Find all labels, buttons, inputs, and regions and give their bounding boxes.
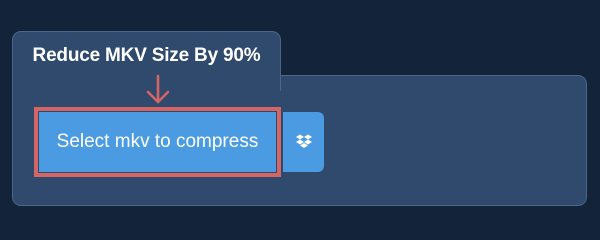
- dropbox-button[interactable]: [283, 112, 324, 172]
- select-button-highlight: [34, 107, 281, 177]
- dropbox-icon: [295, 134, 312, 148]
- arrow-down-icon: [146, 74, 170, 104]
- compressor-widget: Reduce MKV Size By 90% Select mkv to com…: [0, 0, 600, 230]
- page-title: Reduce MKV Size By 90%: [32, 45, 261, 66]
